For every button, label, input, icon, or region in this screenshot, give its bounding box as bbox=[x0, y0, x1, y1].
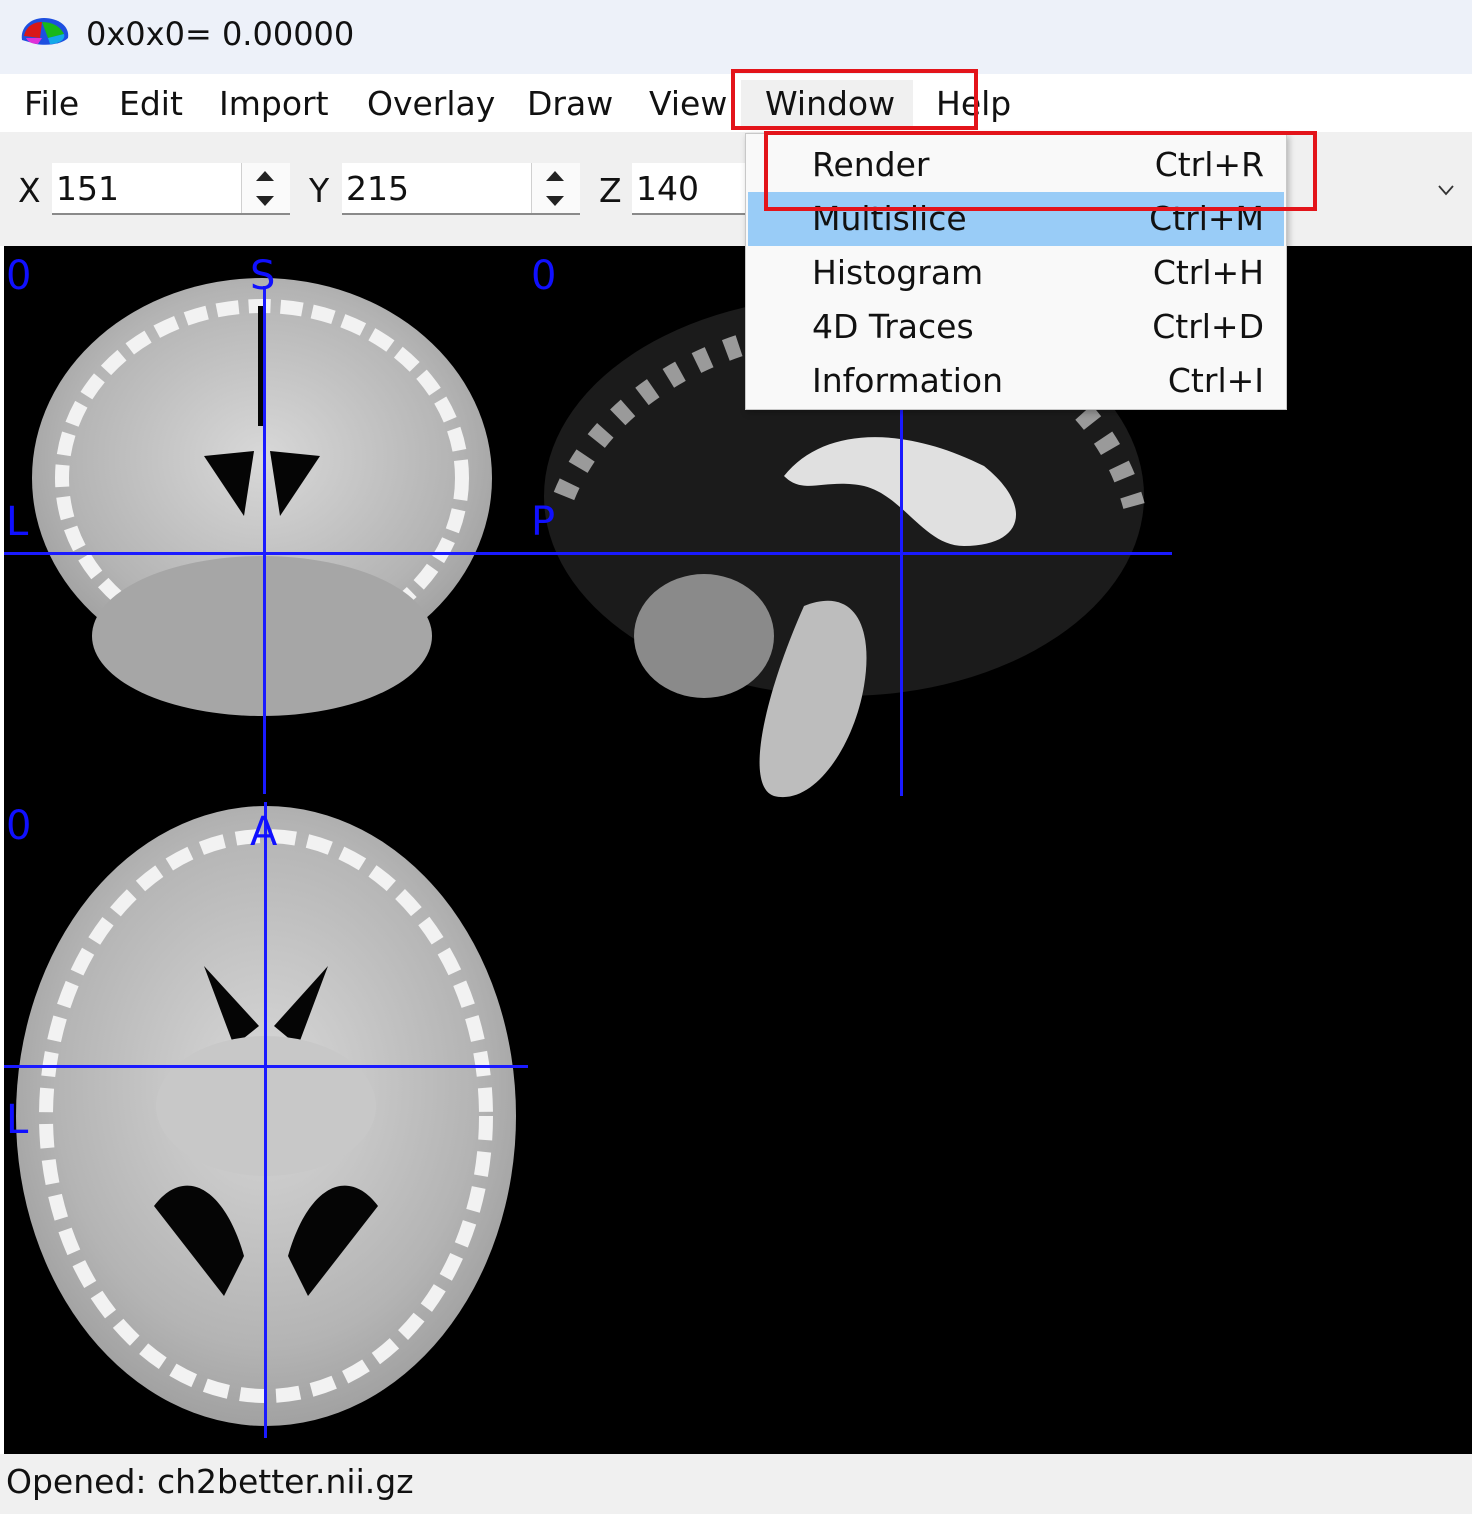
axial-horizontal-crosshair bbox=[4, 1065, 528, 1068]
coronal-horizontal-crosshair bbox=[4, 552, 528, 555]
axial-left-label: L bbox=[6, 1097, 29, 1143]
menu-view[interactable]: View bbox=[649, 84, 727, 124]
x-label: X bbox=[18, 171, 41, 210]
spin-down-icon[interactable] bbox=[546, 196, 564, 206]
y-value: 215 bbox=[346, 169, 409, 208]
y-spinner[interactable] bbox=[531, 163, 580, 213]
y-label: Y bbox=[309, 171, 330, 210]
coronal-slice-number: 0 bbox=[6, 253, 32, 299]
axial-vertical-crosshair bbox=[264, 802, 267, 1438]
x-spinner[interactable] bbox=[241, 163, 290, 213]
status-bar: Opened: ch2better.nii.gz bbox=[0, 1454, 1472, 1514]
chevron-down-icon[interactable] bbox=[1438, 182, 1454, 198]
spin-up-icon[interactable] bbox=[256, 171, 274, 181]
menu-edit[interactable]: Edit bbox=[119, 84, 183, 124]
menu-item-shortcut: Ctrl+H bbox=[1152, 253, 1264, 292]
menu-import[interactable]: Import bbox=[219, 84, 329, 124]
x-coordinate-input[interactable]: 151 bbox=[52, 163, 290, 215]
menu-item-information[interactable]: Information Ctrl+I bbox=[746, 354, 1286, 408]
sagittal-horizontal-crosshair bbox=[528, 552, 1172, 555]
brain-slices-image bbox=[16, 278, 1145, 1426]
window-title: 0x0x0= 0.00000 bbox=[86, 15, 355, 53]
menu-draw[interactable]: Draw bbox=[527, 84, 613, 124]
menu-item-histogram[interactable]: Histogram Ctrl+H bbox=[746, 246, 1286, 300]
coronal-slice bbox=[32, 278, 492, 716]
menu-item-4d-traces[interactable]: 4D Traces Ctrl+D bbox=[746, 300, 1286, 354]
coronal-superior-label: S bbox=[250, 253, 276, 299]
sagittal-posterior-label: P bbox=[531, 499, 556, 545]
spin-down-icon[interactable] bbox=[256, 196, 274, 206]
menu-item-label: 4D Traces bbox=[812, 307, 974, 346]
menu-item-shortcut: Ctrl+D bbox=[1152, 307, 1264, 346]
coronal-left-label: L bbox=[6, 499, 29, 545]
menu-item-label: Histogram bbox=[812, 253, 984, 292]
menu-file[interactable]: File bbox=[24, 84, 79, 124]
x-value: 151 bbox=[56, 169, 119, 208]
axial-anterior-label: A bbox=[250, 809, 278, 855]
status-text: Opened: ch2better.nii.gz bbox=[6, 1462, 414, 1501]
app-brain-icon bbox=[21, 18, 69, 45]
render-item-highlight-box bbox=[764, 131, 1317, 211]
sagittal-vertical-crosshair bbox=[900, 406, 903, 796]
menu-item-shortcut: Ctrl+I bbox=[1167, 361, 1264, 400]
window-menu-highlight-box bbox=[731, 69, 978, 130]
coronal-vertical-crosshair bbox=[263, 286, 266, 794]
axial-slice-number: 0 bbox=[6, 803, 32, 849]
z-label: Z bbox=[599, 171, 622, 210]
menu-overlay[interactable]: Overlay bbox=[367, 84, 495, 124]
slice-viewer[interactable]: 0 S L 0 P 0 A L bbox=[4, 246, 1472, 1454]
spin-up-icon[interactable] bbox=[546, 171, 564, 181]
sagittal-slice-number: 0 bbox=[531, 253, 557, 299]
menu-item-label: Information bbox=[812, 361, 1004, 400]
z-value: 140 bbox=[636, 169, 699, 208]
title-bar: 0x0x0= 0.00000 bbox=[0, 0, 1472, 74]
y-coordinate-input[interactable]: 215 bbox=[342, 163, 580, 215]
